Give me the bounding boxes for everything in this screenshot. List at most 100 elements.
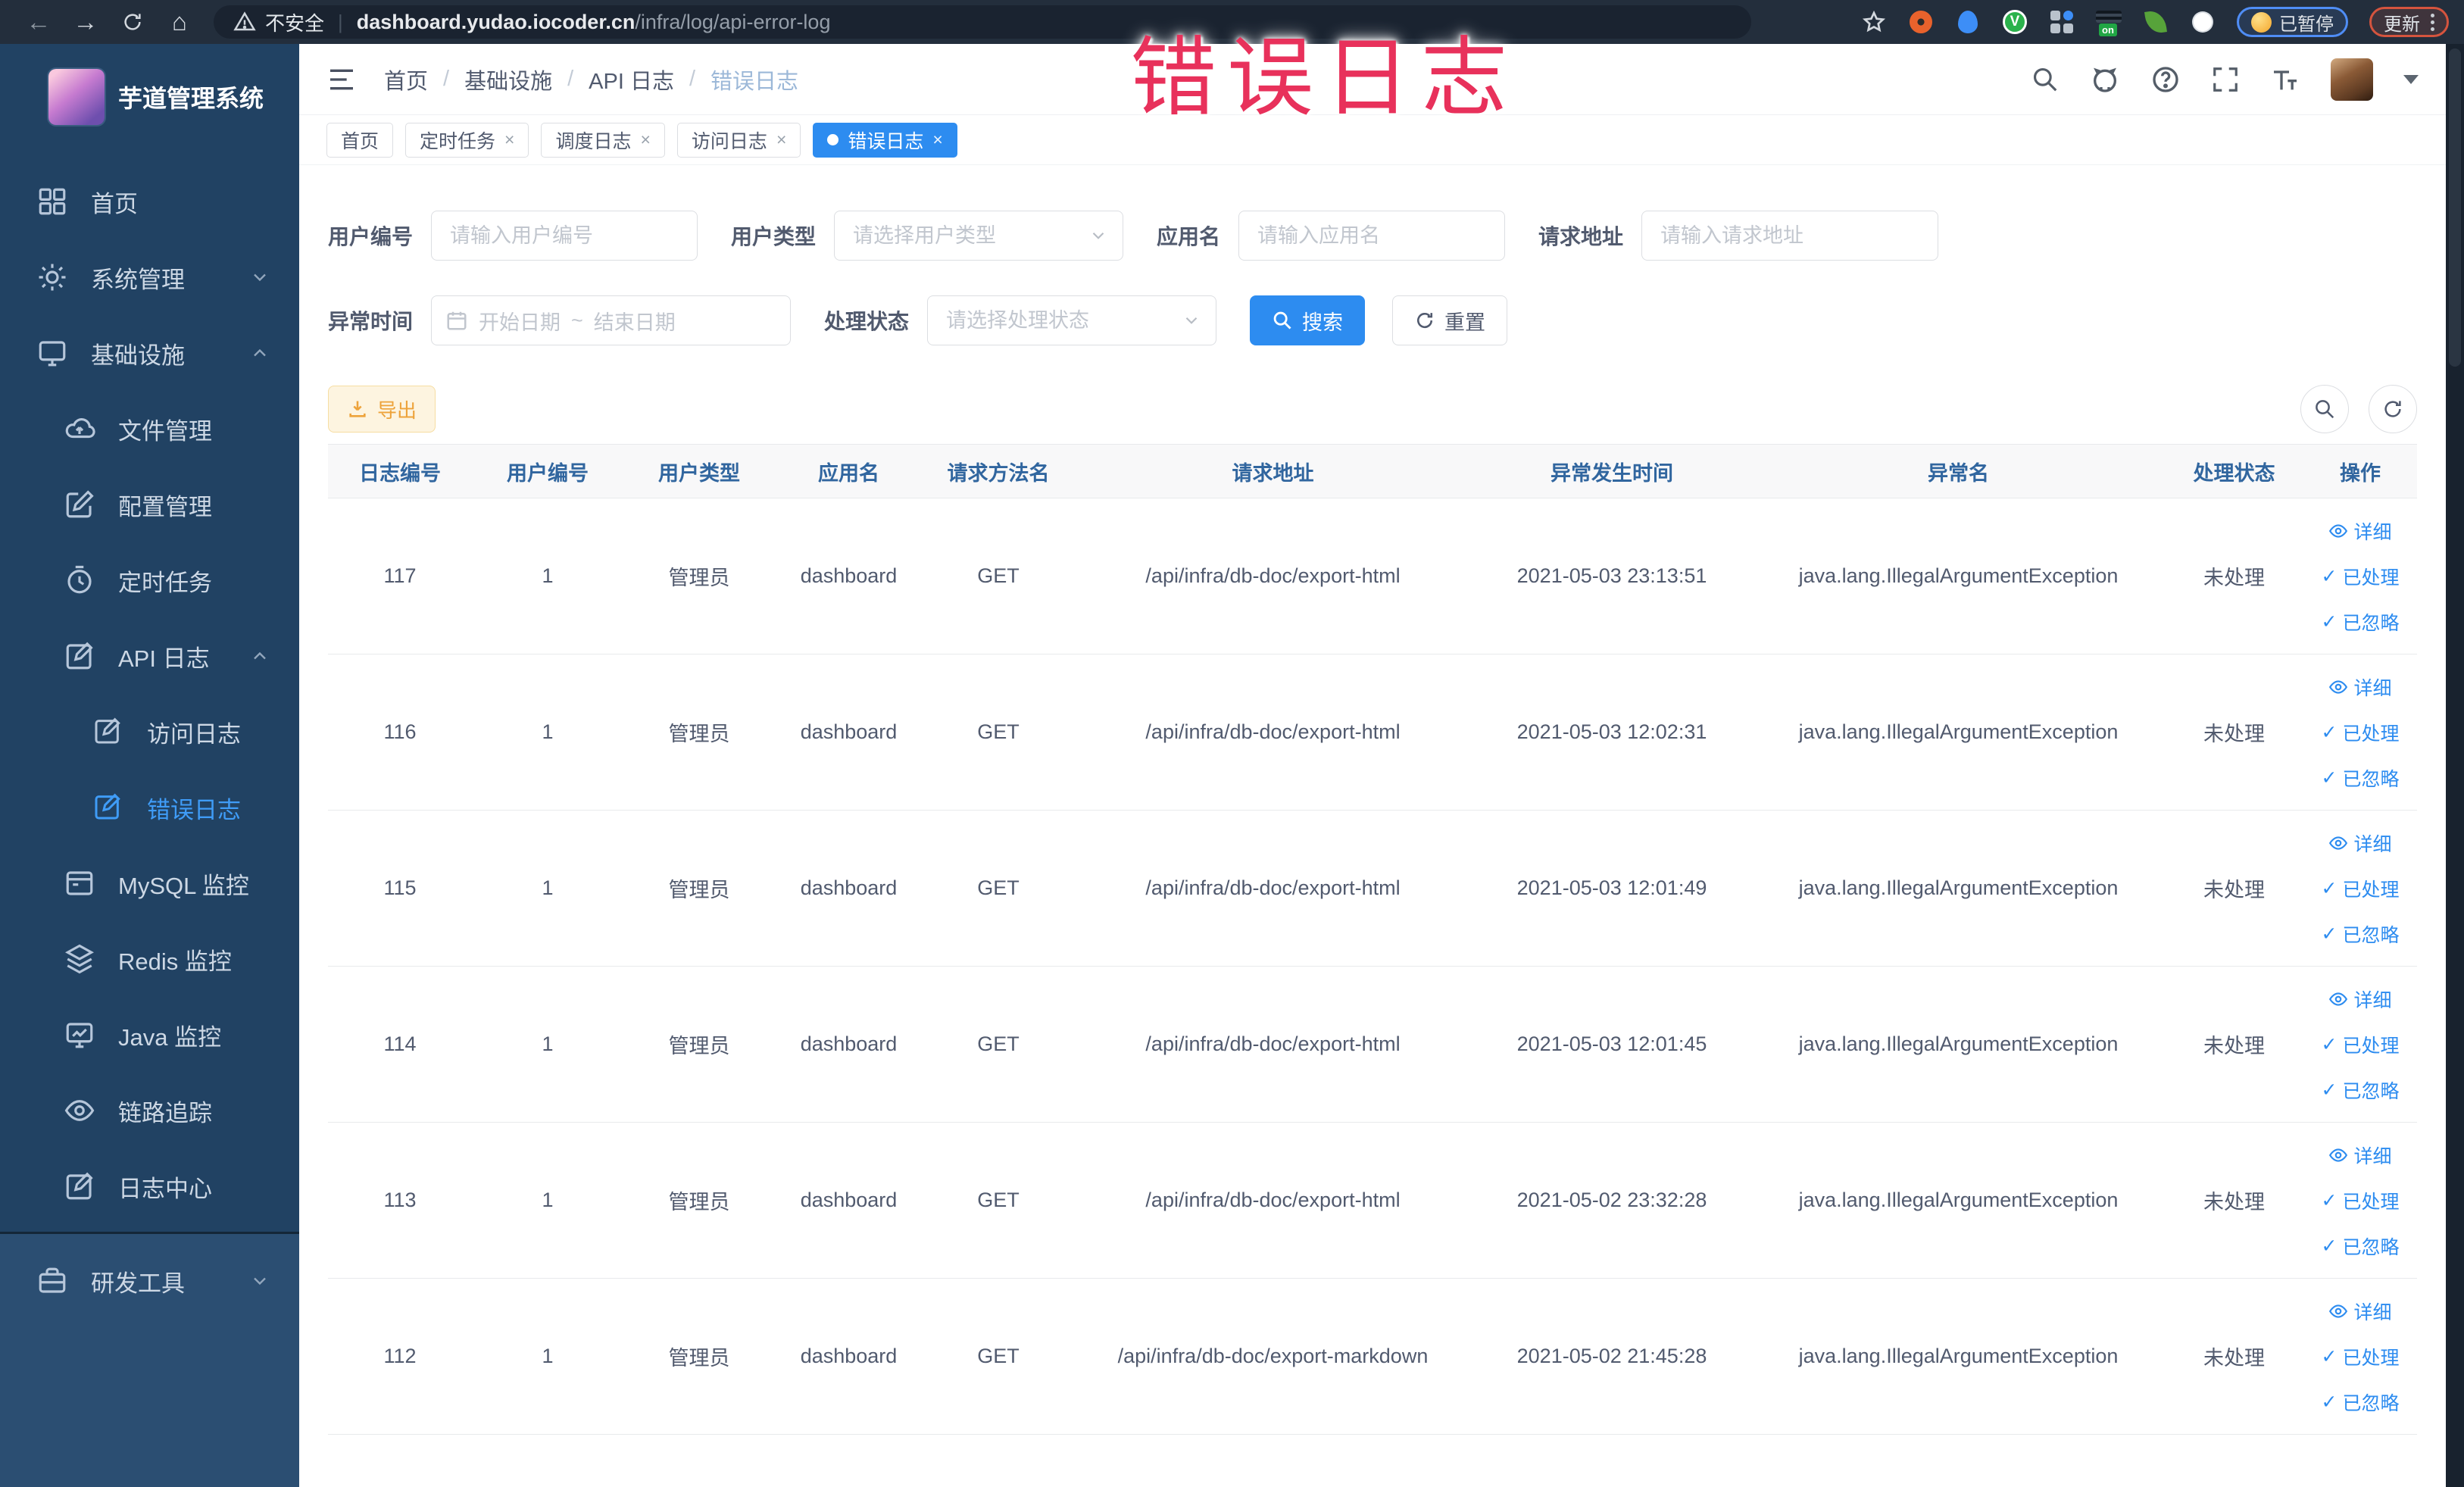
extension-switch-on-icon[interactable]: on bbox=[2096, 9, 2122, 36]
search-icon[interactable] bbox=[2031, 65, 2060, 94]
log-edit-icon bbox=[64, 1170, 95, 1202]
mark-processed-link[interactable]: ✓ 已处理 bbox=[2322, 563, 2400, 590]
export-button[interactable]: 导出 bbox=[328, 386, 436, 433]
logo-row[interactable]: 芋道管理系统 bbox=[0, 44, 299, 141]
mark-processed-link[interactable]: ✓ 已处理 bbox=[2322, 1187, 2400, 1214]
extension-orange-icon[interactable] bbox=[1908, 9, 1934, 35]
toggle-search-icon-button[interactable] bbox=[2300, 385, 2349, 433]
sidebar-item-infrastructure[interactable]: 基础设施 bbox=[0, 315, 299, 391]
tab-schedule-log[interactable]: 调度日志 × bbox=[541, 122, 665, 158]
close-icon[interactable]: × bbox=[504, 130, 514, 150]
mark-ignored-link[interactable]: ✓ 已忽略 bbox=[2322, 1389, 2400, 1416]
mark-ignored-link[interactable]: ✓ 已忽略 bbox=[2322, 920, 2400, 948]
url-host[interactable]: dashboard.yudao.iocoder.cn bbox=[357, 11, 636, 34]
browser-back-icon[interactable]: ← bbox=[15, 8, 62, 36]
sidebar-item-log-center[interactable]: 日志中心 bbox=[0, 1148, 299, 1224]
extension-green-v-icon[interactable]: V bbox=[2002, 9, 2028, 35]
app-title: 芋道管理系统 bbox=[118, 85, 264, 112]
sidebar-item-system-management[interactable]: 系统管理 bbox=[0, 239, 299, 315]
detail-link[interactable]: 详细 bbox=[2328, 986, 2392, 1013]
bookmark-star-icon[interactable] bbox=[1861, 9, 1887, 35]
status-badge: 未处理 bbox=[2203, 1191, 2265, 1214]
mark-processed-link[interactable]: ✓ 已处理 bbox=[2322, 1031, 2400, 1058]
end-date-placeholder[interactable]: 结束日期 bbox=[594, 306, 676, 336]
close-icon[interactable]: × bbox=[776, 130, 786, 150]
sidebar-item-error-log[interactable]: 错误日志 bbox=[0, 770, 299, 845]
browser-scrollbar[interactable] bbox=[2446, 44, 2464, 1487]
close-icon[interactable]: × bbox=[932, 130, 942, 150]
reset-button[interactable]: 重置 bbox=[1392, 295, 1508, 345]
extensions-puzzle-icon[interactable] bbox=[2190, 9, 2216, 35]
close-icon[interactable]: × bbox=[640, 130, 650, 150]
extension-grid-icon[interactable] bbox=[2049, 9, 2075, 35]
user-menu-caret-icon[interactable] bbox=[2403, 74, 2419, 84]
start-date-placeholder[interactable]: 开始日期 bbox=[479, 306, 561, 336]
sidebar-item-config-management[interactable]: 配置管理 bbox=[0, 467, 299, 542]
fullscreen-icon[interactable] bbox=[2211, 65, 2240, 94]
sidebar-item-java-monitor[interactable]: Java 监控 bbox=[0, 997, 299, 1073]
user-avatar[interactable] bbox=[2331, 58, 2373, 101]
process-status-select[interactable] bbox=[927, 295, 1217, 345]
sidebar-item-dev-tools[interactable]: 研发工具 bbox=[0, 1243, 299, 1319]
browser-reload-icon[interactable] bbox=[109, 11, 156, 33]
sidebar-item-redis-monitor[interactable]: Redis 监控 bbox=[0, 921, 299, 997]
update-button[interactable]: 更新 bbox=[2369, 7, 2449, 37]
check-icon: ✓ bbox=[2321, 611, 2338, 633]
sidebar-item-mysql-monitor[interactable]: MySQL 监控 bbox=[0, 845, 299, 921]
detail-link[interactable]: 详细 bbox=[2328, 829, 2392, 857]
mark-ignored-link[interactable]: ✓ 已忽略 bbox=[2322, 608, 2400, 636]
mark-processed-link[interactable]: ✓ 已处理 bbox=[2322, 719, 2400, 746]
monitor-icon bbox=[36, 337, 68, 369]
paused-badge[interactable]: 已暂停 bbox=[2237, 7, 2348, 37]
sidebar-item-file-management[interactable]: 文件管理 bbox=[0, 391, 299, 467]
sidebar-item-scheduled-tasks[interactable]: 定时任务 bbox=[0, 542, 299, 618]
table-tools bbox=[2300, 385, 2417, 433]
scrollbar-thumb[interactable] bbox=[2449, 48, 2461, 367]
user-id-input[interactable] bbox=[431, 211, 698, 261]
browser-menu-icon[interactable] bbox=[2431, 13, 2434, 31]
breadcrumb-item[interactable]: 首页 bbox=[384, 64, 428, 95]
extension-leaf-icon[interactable] bbox=[2143, 9, 2169, 35]
request-url-input[interactable] bbox=[1641, 211, 1939, 261]
sidebar-item-home[interactable]: 首页 bbox=[0, 164, 299, 239]
detail-link[interactable]: 详细 bbox=[2328, 517, 2392, 545]
refresh-table-button[interactable] bbox=[2369, 385, 2417, 433]
font-size-icon[interactable] bbox=[2270, 64, 2300, 95]
browser-forward-icon[interactable]: → bbox=[62, 8, 109, 36]
browser-home-icon[interactable]: ⌂ bbox=[156, 8, 203, 36]
github-icon[interactable] bbox=[2090, 64, 2120, 95]
tab-home[interactable]: 首页 bbox=[326, 122, 394, 158]
chevron-down-icon bbox=[249, 267, 270, 288]
help-icon[interactable] bbox=[2150, 64, 2181, 95]
tab-error-log[interactable]: 错误日志 × bbox=[813, 122, 957, 158]
mark-processed-link[interactable]: ✓ 已处理 bbox=[2322, 1343, 2400, 1370]
sidebar-item-trace[interactable]: 链路追踪 bbox=[0, 1073, 299, 1148]
tab-access-log[interactable]: 访问日志 × bbox=[676, 122, 801, 158]
detail-link[interactable]: 详细 bbox=[2328, 1142, 2392, 1169]
exception-time-range-picker[interactable]: 开始日期 ~ 结束日期 bbox=[431, 295, 792, 345]
security-label[interactable]: 不安全 bbox=[265, 8, 324, 36]
search-button[interactable]: 搜索 bbox=[1250, 295, 1366, 345]
breadcrumb-item[interactable]: API 日志 bbox=[589, 64, 674, 95]
status-badge: 未处理 bbox=[2203, 723, 2265, 745]
tab-scheduled-tasks[interactable]: 定时任务 × bbox=[405, 122, 529, 158]
detail-link[interactable]: 详细 bbox=[2328, 673, 2392, 701]
check-icon: ✓ bbox=[2321, 1189, 2338, 1211]
mark-processed-link[interactable]: ✓ 已处理 bbox=[2322, 875, 2400, 902]
filter-row-2: 异常时间 开始日期 ~ 结束日期 处理状态 搜索 bbox=[328, 295, 2417, 345]
url-path[interactable]: /infra/log/api-error-log bbox=[635, 11, 830, 34]
select-chevron-icon bbox=[1182, 311, 1201, 330]
app-name-input[interactable] bbox=[1238, 211, 1506, 261]
user-type-select[interactable] bbox=[834, 211, 1124, 261]
extension-shield-icon[interactable] bbox=[1955, 9, 1981, 35]
detail-link[interactable]: 详细 bbox=[2328, 1298, 2392, 1325]
mark-ignored-link[interactable]: ✓ 已忽略 bbox=[2322, 764, 2400, 792]
sidebar-item-api-log[interactable]: API 日志 bbox=[0, 618, 299, 694]
app-logo bbox=[48, 69, 105, 125]
sidebar-item-access-log[interactable]: 访问日志 bbox=[0, 694, 299, 770]
breadcrumb-item[interactable]: 基础设施 bbox=[464, 64, 552, 95]
mark-ignored-link[interactable]: ✓ 已忽略 bbox=[2322, 1076, 2400, 1104]
sidebar-collapse-icon[interactable] bbox=[326, 64, 357, 95]
address-bar[interactable]: 不安全 | dashboard.yudao.iocoder.cn /infra/… bbox=[214, 5, 1751, 39]
mark-ignored-link[interactable]: ✓ 已忽略 bbox=[2322, 1232, 2400, 1260]
